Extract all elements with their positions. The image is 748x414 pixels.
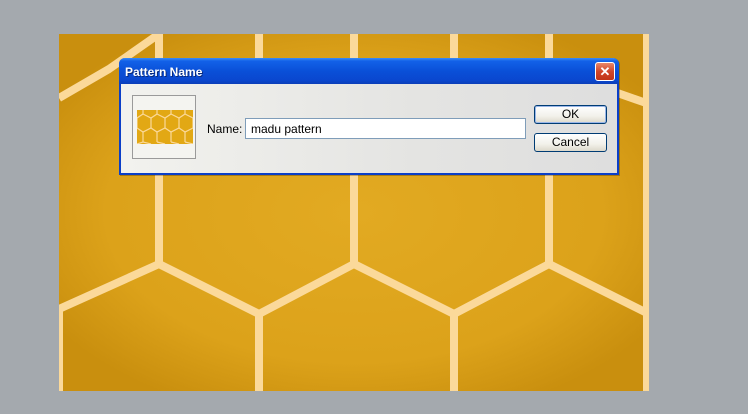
dialog-titlebar[interactable]: Pattern Name ✕ [119, 58, 619, 84]
close-button[interactable]: ✕ [595, 62, 615, 81]
honeycomb-pattern-thumbnail [137, 110, 193, 144]
pattern-preview [132, 95, 196, 159]
pattern-name-dialog: Pattern Name ✕ Name: OK Cancel [119, 58, 619, 175]
cancel-button[interactable]: Cancel [534, 133, 607, 152]
pattern-name-input[interactable] [245, 118, 526, 139]
dialog-title: Pattern Name [125, 65, 203, 79]
close-icon: ✕ [599, 64, 611, 79]
dialog-body: Name: OK Cancel [121, 84, 617, 173]
name-label: Name: [207, 122, 243, 136]
ok-button[interactable]: OK [534, 105, 607, 124]
